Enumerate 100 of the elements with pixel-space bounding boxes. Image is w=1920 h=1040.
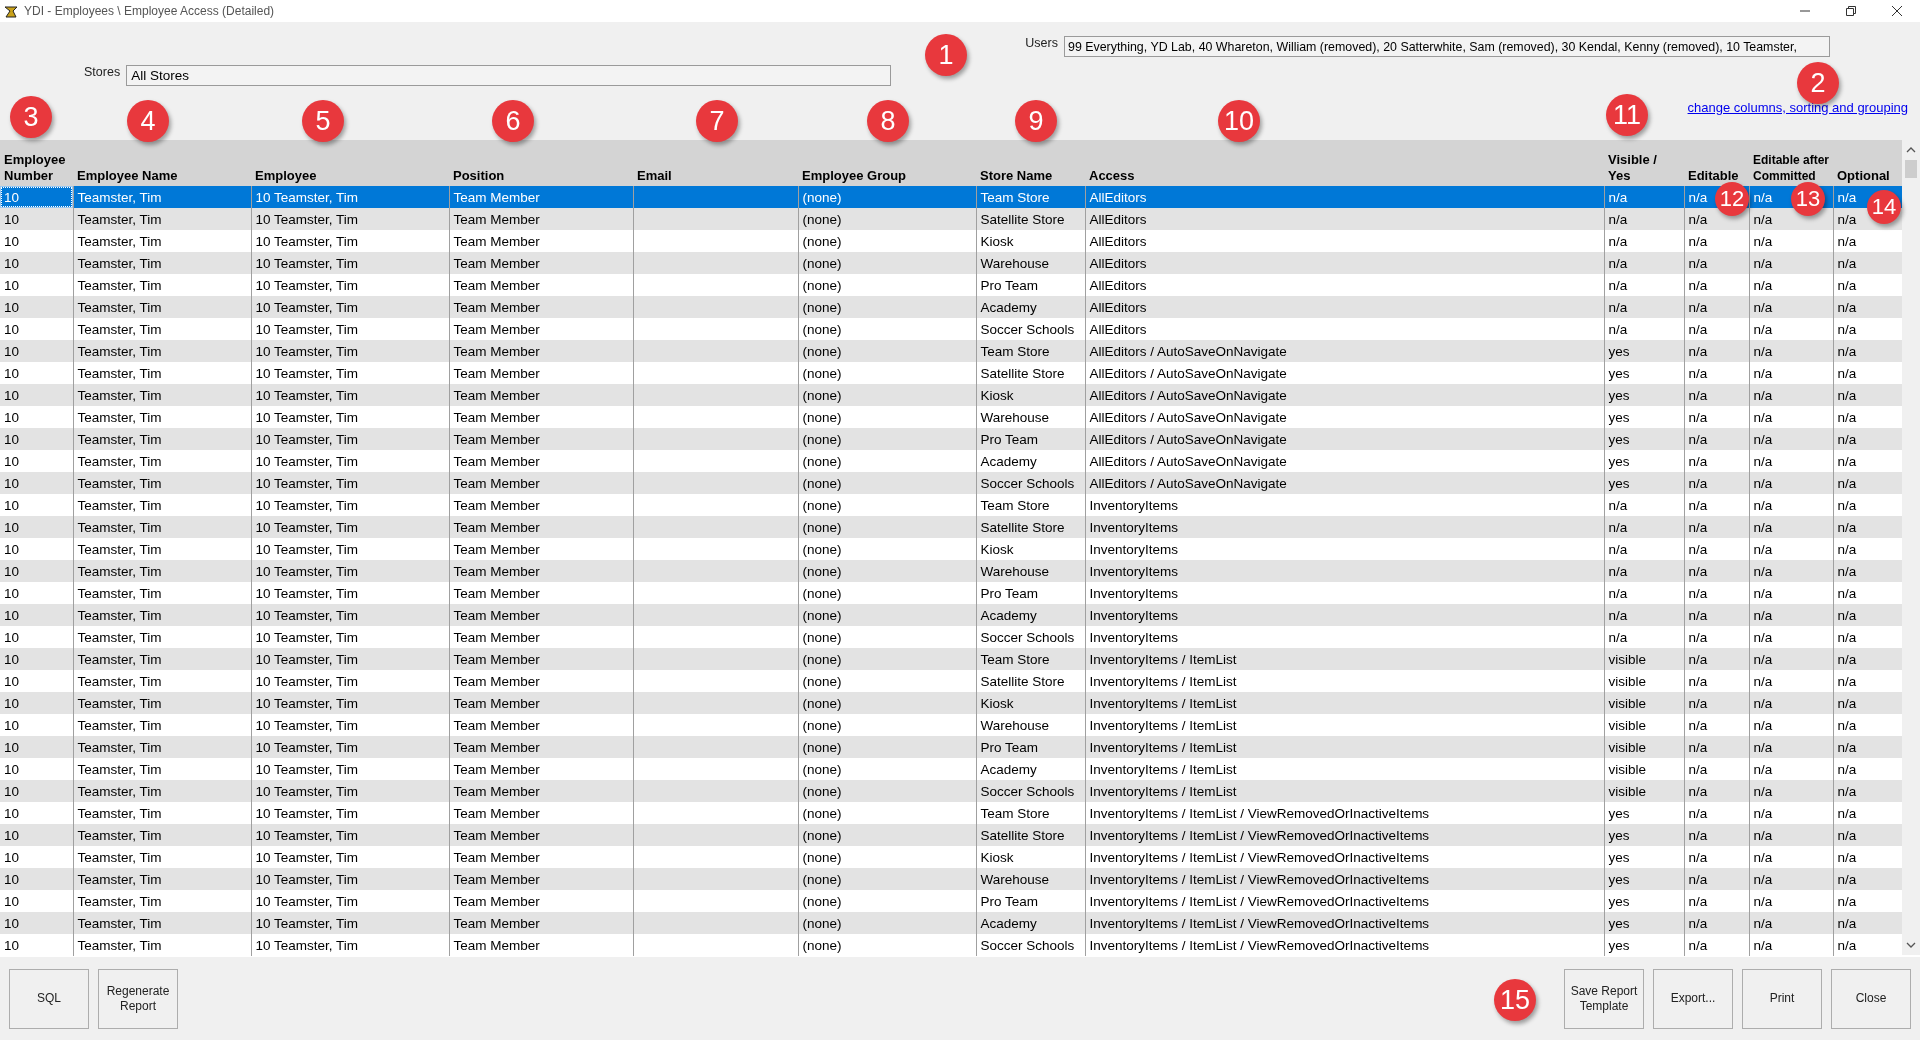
table-row[interactable]: 10 Teamster, Tim 10 Teamster, Tim Team Member (none) Academy InventoryItems / ItemList / ViewRemovedOrInactiveItems yes n/a n/a n/a (0, 912, 1902, 934)
action-button[interactable]: Print (1742, 968, 1822, 1029)
table-row[interactable]: 10 Teamster, Tim 10 Teamster, Tim Team Member (none) Soccer Schools InventoryItems / ItemList visible n/a n/a n/a (0, 780, 1902, 802)
number-callout: 10 (1218, 100, 1260, 142)
table-cell: Satellite Store (976, 824, 1085, 846)
column-header[interactable]: Employee Number (0, 140, 73, 186)
table-cell: 10 (0, 450, 73, 472)
table-cell: Team Store (976, 186, 1085, 208)
column-header[interactable]: Employee Name (73, 140, 251, 186)
table-cell: InventoryItems (1085, 604, 1604, 626)
table-row[interactable]: 10 Teamster, Tim 10 Teamster, Tim Team Member (none) Academy AllEditors n/a n/a n/a n/a (0, 296, 1902, 318)
table-row[interactable]: 10 Teamster, Tim 10 Teamster, Tim Team Member (none) Satellite Store InventoryItems / ItemList / ViewRemovedOrInactiveItems yes n/a n/a n/a (0, 824, 1902, 846)
table-cell: (none) (798, 868, 976, 890)
scroll-down-icon (1906, 941, 1916, 949)
column-header[interactable]: Position (449, 140, 633, 186)
table-row[interactable]: 10 Teamster, Tim 10 Teamster, Tim Team Member (none) Pro Team InventoryItems / ItemList visible n/a n/a n/a (0, 736, 1902, 758)
table-cell: Team Member (449, 868, 633, 890)
number-callout: 6 (492, 100, 534, 142)
table-cell: (none) (798, 472, 976, 494)
table-cell: 10 Teamster, Tim (251, 296, 449, 318)
column-header[interactable]: Editable (1684, 140, 1749, 186)
table-cell: (none) (798, 384, 976, 406)
table-cell: 10 (0, 934, 73, 956)
stores-field[interactable]: All Stores (126, 65, 892, 86)
table-cell: 10 (0, 406, 73, 428)
table-cell: Teamster, Tim (73, 472, 251, 494)
column-header[interactable]: Employee (251, 140, 449, 186)
table-cell: Teamster, Tim (73, 736, 251, 758)
table-cell: 10 Teamster, Tim (251, 692, 449, 714)
table-row[interactable]: 10 Teamster, Tim 10 Teamster, Tim Team Member (none) Team Store AllEditors / AutoSaveOnNavigate yes n/a n/a n/a (0, 340, 1902, 362)
column-header[interactable]: Optional (1833, 140, 1902, 186)
table-cell: n/a (1684, 824, 1749, 846)
table-cell: Teamster, Tim (73, 934, 251, 956)
table-cell: 10 Teamster, Tim (251, 780, 449, 802)
table-cell: n/a (1833, 340, 1902, 362)
action-button[interactable]: Export... (1653, 968, 1733, 1029)
table-row[interactable]: 10 Teamster, Tim 10 Teamster, Tim Team Member (none) Satellite Store InventoryItems n/a n/a n/a n/a (0, 516, 1902, 538)
table-cell: AllEditors (1085, 186, 1604, 208)
number-callout: 7 (696, 100, 738, 142)
column-header[interactable]: Editable after Committed (1749, 140, 1833, 186)
table-row[interactable]: 10 Teamster, Tim 10 Teamster, Tim Team Member (none) Soccer Schools AllEditors / AutoSaveOnNavigate yes n/a n/a n/a (0, 472, 1902, 494)
table-cell: n/a (1749, 868, 1833, 890)
table-row[interactable]: 10 Teamster, Tim 10 Teamster, Tim Team Member (none) Warehouse InventoryItems n/a n/a n/a n/a (0, 560, 1902, 582)
table-cell: n/a (1604, 516, 1684, 538)
table-cell: (none) (798, 296, 976, 318)
table-row[interactable]: 10 Teamster, Tim 10 Teamster, Tim Team Member (none) Team Store InventoryItems / ItemList visible n/a n/a n/a (0, 648, 1902, 670)
table-cell: Team Member (449, 824, 633, 846)
table-row[interactable]: 10 Teamster, Tim 10 Teamster, Tim Team Member (none) Pro Team AllEditors / AutoSaveOnNavigate yes n/a n/a n/a (0, 428, 1902, 450)
table-cell: n/a (1684, 912, 1749, 934)
table-cell: AllEditors / AutoSaveOnNavigate (1085, 428, 1604, 450)
table-cell: Team Member (449, 208, 633, 230)
table-cell: n/a (1684, 428, 1749, 450)
action-button[interactable]: Save Report Template (1564, 968, 1644, 1029)
users-field[interactable]: 99 Everything, YD Lab, 40 Whareton, William (removed), 20 Satterwhite, Sam (removed), 30 Kendal, Kenny (removed), 10 Teamster, (1064, 36, 1830, 57)
column-header[interactable]: Visible / Yes (1604, 140, 1684, 186)
action-button[interactable]: Regenerate Report (98, 968, 178, 1029)
table-cell: n/a (1604, 208, 1684, 230)
table-cell: n/a (1604, 252, 1684, 274)
table-cell: 10 (0, 362, 73, 384)
table-cell: Team Store (976, 648, 1085, 670)
table-cell: yes (1604, 428, 1684, 450)
column-header[interactable]: Email (633, 140, 798, 186)
table-cell: 10 (0, 340, 73, 362)
table-row[interactable]: 10 Teamster, Tim 10 Teamster, Tim Team Member (none) Kiosk InventoryItems / ItemList visible n/a n/a n/a (0, 692, 1902, 714)
table-cell: n/a (1749, 780, 1833, 802)
column-header[interactable]: Access (1085, 140, 1604, 186)
table-cell: Teamster, Tim (73, 252, 251, 274)
table-cell: (none) (798, 186, 976, 208)
number-callout: 4 (127, 100, 169, 142)
number-callout: 11 (1606, 94, 1648, 136)
table-cell: n/a (1749, 692, 1833, 714)
table-cell: 10 (0, 274, 73, 296)
table-cell: Teamster, Tim (73, 868, 251, 890)
table-cell: yes (1604, 912, 1684, 934)
table-cell: n/a (1833, 648, 1902, 670)
window-title: YDI - Employees \ Employee Access (Detailed) (24, 4, 276, 18)
table-cell: 10 Teamster, Tim (251, 736, 449, 758)
table-cell: 10 Teamster, Tim (251, 560, 449, 582)
action-button[interactable]: Close (1831, 968, 1911, 1029)
action-button[interactable]: SQL (9, 968, 89, 1029)
table-cell: n/a (1833, 736, 1902, 758)
scrollbar[interactable] (1902, 140, 1920, 955)
users-label: Users (1025, 36, 1058, 50)
table-cell: 10 (0, 252, 73, 274)
table-cell: 10 (0, 626, 73, 648)
table-row[interactable]: 10 Teamster, Tim 10 Teamster, Tim Team Member (none) Academy InventoryItems n/a n/a n/a n/a (0, 604, 1902, 626)
table-cell: n/a (1833, 692, 1902, 714)
table-cell: 10 Teamster, Tim (251, 604, 449, 626)
column-header[interactable]: Store Name (976, 140, 1085, 186)
table-cell: n/a (1749, 736, 1833, 758)
table-row[interactable]: 10 Teamster, Tim 10 Teamster, Tim Team Member (none) Warehouse AllEditors n/a n/a n/a n/a (0, 252, 1902, 274)
table-cell: 10 Teamster, Tim (251, 428, 449, 450)
column-header[interactable]: Employee Group (798, 140, 976, 186)
table-cell: Academy (976, 296, 1085, 318)
table-cell: n/a (1833, 560, 1902, 582)
scroll-thumb[interactable] (1905, 160, 1917, 178)
table-cell: 10 (0, 186, 73, 208)
table-row[interactable]: 10 Teamster, Tim 10 Teamster, Tim Team Member (none) Soccer Schools InventoryItems / ItemList / ViewRemovedOrInactiveItems yes n/a n/a n/a (0, 934, 1902, 956)
table-row[interactable]: 10 Teamster, Tim 10 Teamster, Tim Team Member (none) Warehouse InventoryItems / ItemList / ViewRemovedOrInactiveItems yes n/a n/a n/a (0, 868, 1902, 890)
table-row[interactable]: 10 Teamster, Tim 10 Teamster, Tim Team Member (none) Kiosk AllEditors / AutoSaveOnNavigate yes n/a n/a n/a (0, 384, 1902, 406)
